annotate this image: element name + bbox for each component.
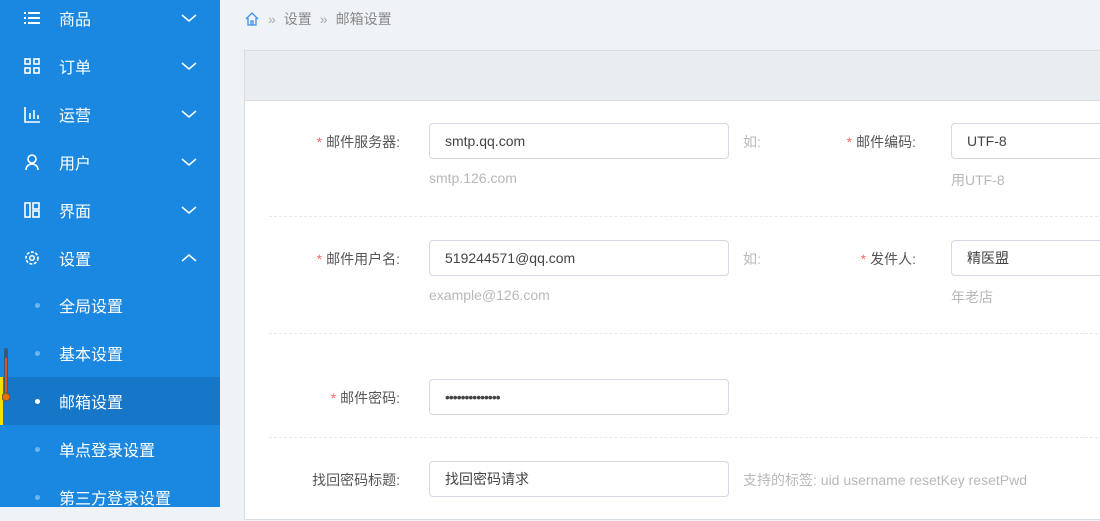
list-icon: [23, 9, 41, 27]
recover-title-hint: 支持的标签: uid username resetKey resetPwd: [743, 472, 1027, 488]
sender-input[interactable]: 精医盟: [951, 240, 1100, 276]
smtp-input[interactable]: smtp.qq.com: [429, 123, 729, 159]
home-icon[interactable]: [244, 11, 260, 27]
menu-label: 商品: [59, 12, 92, 29]
sidebar: 商品 订单 运营 用户 界面 设置 全局设置 基本设置 邮箱设置 单点登录设置 …: [0, 0, 220, 508]
password-label: * 邮件密码:: [330, 390, 400, 406]
chevron-down-icon: [181, 158, 197, 166]
grid-icon: [23, 57, 41, 75]
chevron-down-icon: [181, 14, 197, 22]
divider: [269, 216, 1100, 217]
menu-label: 订单: [59, 60, 92, 77]
divider: [269, 333, 1100, 334]
submenu-label: 全局设置: [59, 299, 124, 316]
submenu-label: 单点登录设置: [59, 443, 156, 460]
submenu-third-party-login[interactable]: 第三方登录设置: [0, 473, 220, 521]
submenu-label: 邮箱设置: [59, 395, 124, 412]
menu-item-users[interactable]: 用户: [0, 138, 220, 186]
encoding-label: * 邮件编码:: [846, 134, 916, 150]
layout-icon: [23, 201, 41, 219]
username-hint: example@126.com: [429, 287, 550, 303]
bullet-icon: [35, 446, 40, 452]
gear-icon: [23, 249, 41, 267]
submenu-global-settings[interactable]: 全局设置: [0, 281, 220, 329]
breadcrumb-item: 邮箱设置: [335, 11, 392, 27]
menu-item-orders[interactable]: 订单: [0, 42, 220, 90]
bar-chart-icon: [23, 105, 41, 123]
chevron-down-icon: [181, 206, 197, 214]
smtp-hint: smtp.126.com: [429, 170, 517, 186]
bullet-icon: [35, 350, 40, 356]
breadcrumb-separator-icon: »: [268, 11, 276, 27]
menu-item-settings[interactable]: 设置: [0, 234, 220, 282]
breadcrumb-separator-icon: »: [319, 11, 328, 27]
panel-header: [245, 51, 1100, 101]
encoding-hint: 用UTF-8: [951, 172, 1005, 188]
thermometer-icon: [2, 348, 10, 402]
submenu-label: 基本设置: [59, 347, 124, 364]
menu-item-operations[interactable]: 运营: [0, 90, 220, 138]
recover-title-input[interactable]: 找回密码请求: [429, 461, 729, 497]
submenu-basic-settings[interactable]: 基本设置: [0, 329, 220, 377]
username-input[interactable]: 519244571@qq.com: [429, 240, 729, 276]
breadcrumb-item[interactable]: 设置: [284, 9, 312, 29]
divider: [269, 437, 1100, 438]
password-input[interactable]: ••••••••••••••: [429, 379, 729, 415]
submenu-sso-settings[interactable]: 单点登录设置: [0, 425, 220, 473]
email-settings-panel: * 邮件服务器: smtp.qq.com 如: smtp.126.com * 邮件编…: [244, 50, 1100, 520]
bullet-icon: [35, 494, 40, 500]
menu-item-goods[interactable]: 商品: [0, 0, 220, 42]
sender-hint: 年老店: [951, 289, 993, 305]
smtp-label: * 邮件服务器:: [316, 134, 400, 150]
submenu-email-settings[interactable]: 邮箱设置: [0, 377, 220, 425]
chevron-up-icon: [181, 254, 197, 262]
recover-title-label: 找回密码标题:: [312, 472, 400, 488]
encoding-input[interactable]: UTF-8: [951, 123, 1100, 159]
user-icon: [23, 153, 41, 171]
menu-label: 用户: [59, 156, 92, 173]
menu-label: 设置: [59, 252, 92, 269]
bullet-icon: [35, 302, 40, 308]
menu-label: 运营: [59, 108, 92, 125]
chevron-down-icon: [181, 110, 197, 118]
submenu-label: 第三方登录设置: [59, 491, 172, 508]
chevron-down-icon: [181, 62, 197, 70]
menu-label: 界面: [59, 204, 92, 221]
sender-label: * 发件人:: [860, 251, 916, 267]
username-label: * 邮件用户名:: [316, 251, 400, 267]
bullet-icon: [35, 398, 40, 404]
breadcrumb: » 设置 » 邮箱设置: [244, 9, 392, 29]
menu-item-interface[interactable]: 界面: [0, 186, 220, 234]
